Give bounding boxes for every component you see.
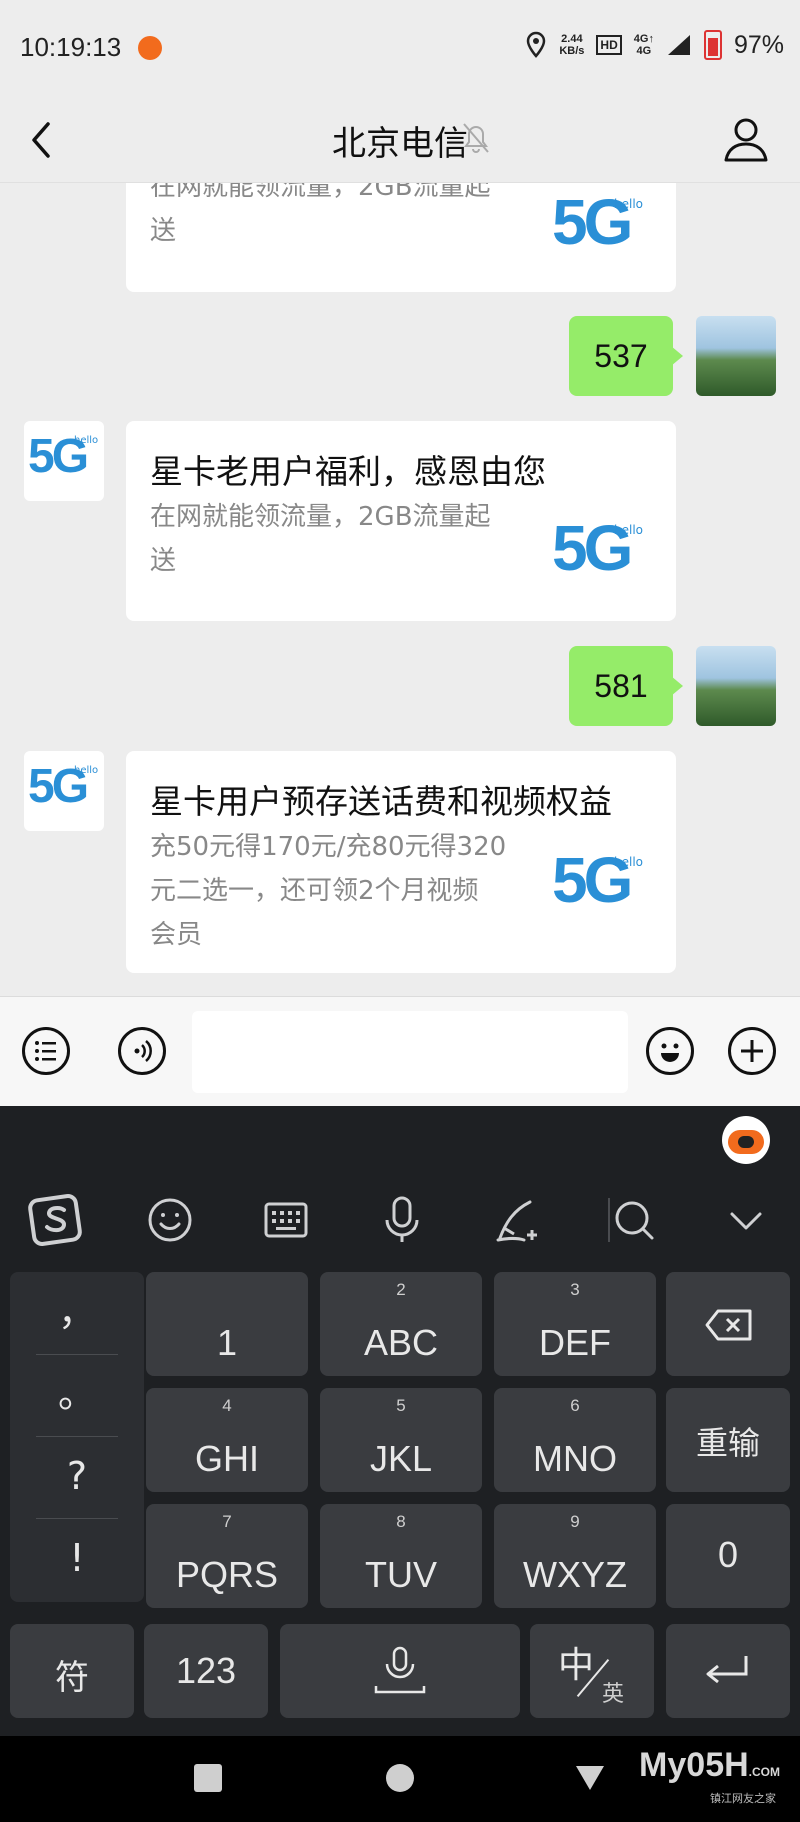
- mute-bell-icon: [463, 123, 489, 153]
- voice-button[interactable]: [118, 1027, 166, 1075]
- keyboard-layout-icon[interactable]: [260, 1194, 312, 1246]
- search-icon[interactable]: [606, 1192, 662, 1248]
- sender-avatar[interactable]: 5G hello: [24, 751, 104, 831]
- card-description: 在网就能领流量，2GB流量起 送: [150, 502, 491, 576]
- status-time: 10:19:13: [20, 32, 122, 62]
- 5g-logo: 5G hello: [552, 844, 643, 916]
- chat-header: 北京电信: [0, 98, 800, 183]
- key-0[interactable]: 0: [666, 1504, 790, 1608]
- enter-key[interactable]: [666, 1624, 790, 1718]
- navigation-bar: My05H.COM 镇江网友之家: [0, 1736, 800, 1822]
- card-description: 在网就能领流量，2GB流量起 送: [150, 183, 491, 246]
- backspace-key[interactable]: [666, 1272, 790, 1376]
- message-input[interactable]: [192, 1011, 628, 1093]
- keyboard-toolbar: [0, 1180, 800, 1260]
- punct-period-key[interactable]: 。: [10, 1354, 144, 1434]
- status-icons: 2.44 KB/s HD 4G↑ 4G 97%: [525, 30, 784, 60]
- keyboard-mascot-icon[interactable]: [722, 1116, 770, 1164]
- keyboard: ， 。 ? ! 1 2 ABC 3 DEF 4 GHI 5 JKL 6 MNO 重输 7P…: [0, 1106, 800, 1736]
- home-button[interactable]: [386, 1764, 414, 1792]
- reenter-key[interactable]: 重输: [666, 1388, 790, 1492]
- card-description: 充50元得170元/充80元得320 元二选一，还可领2个月视频 会员: [150, 832, 507, 950]
- key-abc[interactable]: 2 ABC: [320, 1272, 482, 1376]
- status-bar: 10:19:13 2.44 KB/s HD 4G↑ 4G 97%: [0, 0, 800, 98]
- battery-level: 97%: [733, 30, 784, 59]
- key-ghi[interactable]: 4 GHI: [146, 1388, 308, 1492]
- enter-icon: [706, 1656, 748, 1684]
- sent-message[interactable]: 581: [569, 646, 683, 726]
- number-key[interactable]: 123: [144, 1624, 268, 1718]
- 5g-logo: 5G hello: [552, 512, 643, 584]
- punct-exclaim-key[interactable]: !: [10, 1518, 144, 1598]
- key-mno[interactable]: 6 MNO: [494, 1388, 656, 1492]
- input-bar: [0, 996, 800, 1107]
- 5g-logo: 5G hello: [552, 186, 643, 258]
- network-type: 4G↑ 4G: [633, 33, 654, 57]
- backspace-icon: [705, 1309, 752, 1341]
- handwriting-icon[interactable]: [490, 1192, 546, 1248]
- battery-icon: [703, 30, 722, 60]
- key-tuv[interactable]: 8 TUV: [320, 1504, 482, 1608]
- list-icon: [35, 1041, 56, 1061]
- user-avatar[interactable]: [696, 316, 776, 396]
- microphone-icon[interactable]: [376, 1192, 428, 1248]
- key-jkl[interactable]: 5 JKL: [320, 1388, 482, 1492]
- message-card[interactable]: 星卡老用户福利，感恩由您 在网就能领流量，2GB流量起 送 5G hello: [126, 421, 676, 621]
- smiley-icon: [661, 1043, 679, 1062]
- location-icon: [527, 31, 546, 58]
- user-avatar[interactable]: [696, 646, 776, 726]
- back-nav-icon[interactable]: [574, 1762, 606, 1792]
- punct-question-key[interactable]: ?: [10, 1436, 144, 1516]
- language-switch-key[interactable]: 中 英: [530, 1624, 654, 1718]
- card-title: 星卡用户预存送话费和视频权益: [150, 782, 612, 821]
- plus-icon: [741, 1040, 763, 1062]
- key-pqrs[interactable]: 7 PQRS: [146, 1504, 308, 1608]
- watermark-logo: My05H.COM: [639, 1746, 780, 1784]
- key-1[interactable]: 1: [146, 1272, 308, 1376]
- space-mic-icon: [374, 1646, 426, 1694]
- card-title: 星卡老用户福利，感恩由您: [150, 452, 546, 491]
- signal-icon: [667, 35, 690, 55]
- sent-message[interactable]: 537: [569, 316, 683, 396]
- space-key[interactable]: [280, 1624, 520, 1718]
- notification-app-icon: [138, 36, 162, 60]
- menu-list-button[interactable]: [22, 1027, 70, 1075]
- key-wxyz[interactable]: 9 WXYZ: [494, 1504, 656, 1608]
- recents-button[interactable]: [194, 1764, 222, 1792]
- profile-icon[interactable]: [720, 112, 772, 168]
- punctuation-panel[interactable]: ， 。 ? !: [10, 1272, 144, 1602]
- collapse-keyboard-icon[interactable]: [720, 1194, 772, 1246]
- emoji-button[interactable]: [646, 1027, 694, 1075]
- sogou-logo-icon[interactable]: [26, 1190, 86, 1250]
- message-card[interactable]: 在网就能领流量，2GB流量起 送 5G hello: [126, 183, 676, 292]
- emoji-keyboard-icon[interactable]: [144, 1194, 196, 1246]
- more-button[interactable]: [728, 1027, 776, 1075]
- watermark-subtitle: 镇江网友之家: [710, 1792, 776, 1805]
- punct-comma-key[interactable]: ，: [10, 1272, 144, 1352]
- voice-icon: [134, 1040, 152, 1062]
- back-icon[interactable]: [20, 116, 64, 164]
- hd-icon: HD: [596, 35, 622, 55]
- chat-title: 北京电信: [332, 124, 468, 164]
- symbol-key[interactable]: 符: [10, 1624, 134, 1718]
- sender-avatar[interactable]: 5G hello: [24, 421, 104, 501]
- message-card[interactable]: 星卡用户预存送话费和视频权益 充50元得170元/充80元得320 元二选一，还…: [126, 751, 676, 973]
- chat-area: 在网就能领流量，2GB流量起 送 5G hello 537 5G hello 星…: [0, 183, 800, 996]
- key-def[interactable]: 3 DEF: [494, 1272, 656, 1376]
- network-speed: 2.44 KB/s: [559, 33, 585, 57]
